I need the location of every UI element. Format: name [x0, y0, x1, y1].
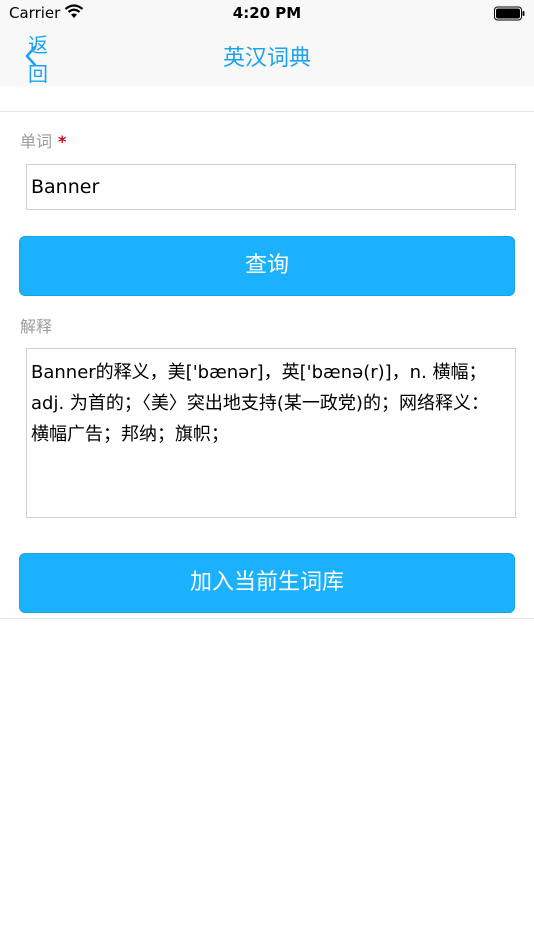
add-to-vocabulary-button[interactable]: 加入当前生词库	[19, 553, 515, 613]
word-label: 单词	[20, 132, 53, 151]
battery-icon	[494, 6, 526, 26]
required-mark: *	[58, 132, 67, 151]
explanation-textbox[interactable]: Banner的释义，美['bænər]，英['bænə(r)]，n. 横幅； a…	[26, 348, 516, 518]
query-button[interactable]: 查询	[19, 236, 515, 296]
navigation-bar: 返回 英汉词典	[0, 28, 534, 86]
clock: 4:20 PM	[232, 4, 302, 22]
page-title: 英汉词典	[222, 46, 311, 71]
word-label-row: 单词 *	[20, 128, 66, 152]
explain-label: 解释	[20, 317, 53, 336]
status-bar: Carrier 4:20 PM	[0, 0, 534, 28]
divider	[0, 618, 534, 619]
divider	[0, 111, 534, 112]
word-input[interactable]	[26, 164, 516, 210]
